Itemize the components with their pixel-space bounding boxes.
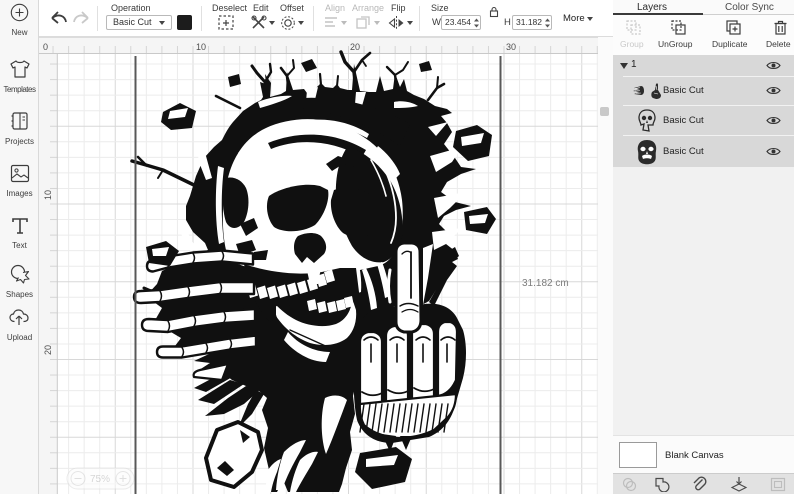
svg-text:20: 20	[350, 42, 360, 52]
svg-text:31.182 cm: 31.182 cm	[522, 278, 569, 289]
svg-text:20: 20	[43, 345, 53, 355]
svg-text:10: 10	[43, 190, 53, 200]
svg-text:10: 10	[196, 42, 206, 52]
svg-text:75%: 75%	[90, 474, 110, 485]
svg-text:0: 0	[43, 42, 48, 52]
svg-text:30: 30	[506, 42, 516, 52]
